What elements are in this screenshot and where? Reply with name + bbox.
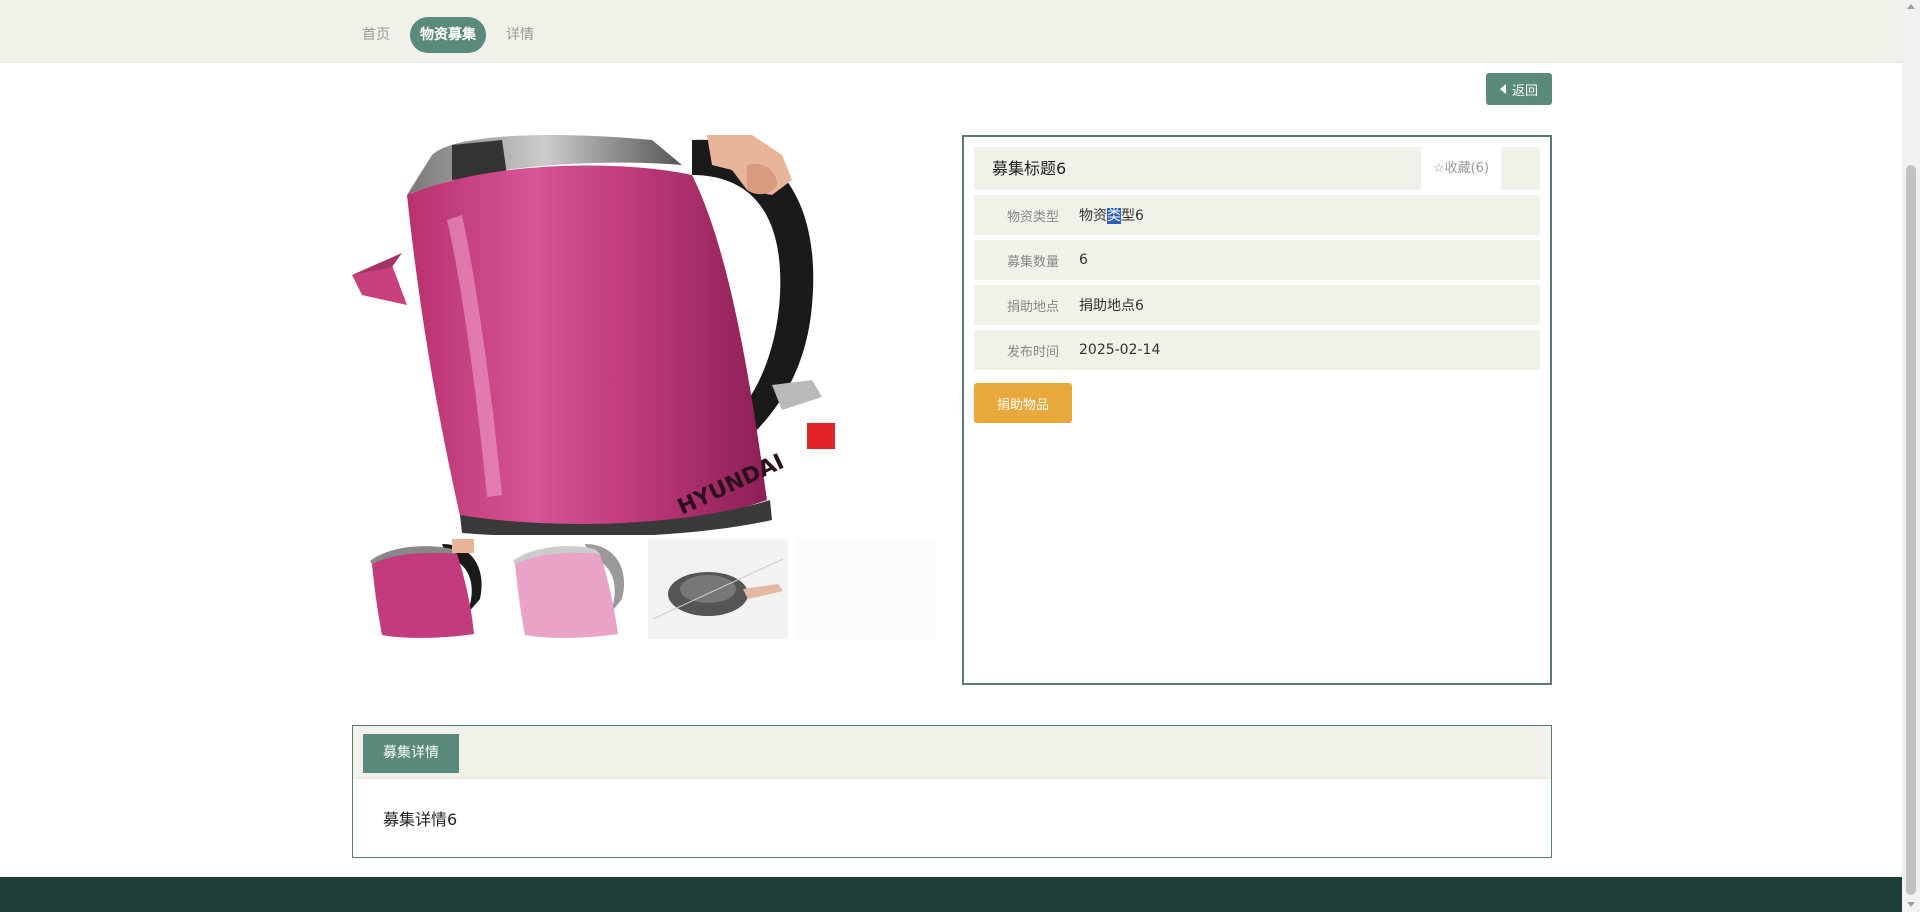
vertical-scrollbar[interactable]: [1902, 0, 1920, 912]
thumbnail-3[interactable]: [648, 539, 788, 639]
detail-content: 募集详情6: [383, 810, 458, 829]
caret-left-icon: [1499, 84, 1506, 94]
field-value: 物资类型6: [1079, 208, 1144, 224]
detail-header: 募集详情: [353, 726, 1551, 779]
info-panel: 募集标题6 ☆收藏(6) 物资类型 物资类型6 募集数量 6 捐助地点 捐助地点…: [962, 135, 1552, 685]
field-value: 6: [1079, 252, 1088, 268]
field-label: 发布时间: [1006, 344, 1059, 360]
top-nav-bar: 首页 物资募集 详情: [0, 0, 1902, 63]
field-supply-type: 物资类型 物资类型6: [974, 195, 1540, 235]
field-value: 捐助地点6: [1079, 298, 1144, 314]
field-quantity: 募集数量 6: [974, 240, 1540, 280]
title-row: 募集标题6 ☆收藏(6): [974, 147, 1540, 190]
thumbnail-2[interactable]: [500, 539, 640, 639]
thumbnail-4[interactable]: [796, 539, 936, 639]
scroll-down-icon[interactable]: [1907, 902, 1915, 907]
star-outline-icon: ☆: [1432, 161, 1445, 176]
favorite-label: 收藏(6): [1444, 161, 1490, 176]
title-row-filler: [1501, 147, 1540, 190]
breadcrumb: 首页 物资募集 详情: [352, 17, 554, 53]
tab-detail[interactable]: 募集详情: [363, 734, 459, 773]
breadcrumb-donation-collection[interactable]: 物资募集: [410, 17, 486, 53]
field-label: 物资类型: [1006, 209, 1059, 225]
back-button-label: 返回: [1511, 83, 1538, 99]
scroll-up-icon[interactable]: [1907, 4, 1915, 9]
favorite-button[interactable]: ☆收藏(6): [1421, 147, 1501, 190]
back-button[interactable]: 返回: [1486, 73, 1552, 105]
donate-items-button[interactable]: 捐助物品: [974, 383, 1072, 423]
scroll-thumb[interactable]: [1906, 165, 1916, 895]
footer: [0, 877, 1902, 912]
main-product-image: HYUNDAI: [352, 135, 924, 535]
field-label: 捐助地点: [1006, 299, 1059, 315]
thumbnail-1[interactable]: [352, 539, 492, 639]
field-publish-date: 发布时间 2025-02-14: [974, 330, 1540, 370]
field-label: 募集数量: [1006, 254, 1059, 270]
thumbnail-strip: [352, 539, 944, 639]
breadcrumb-home[interactable]: 首页: [352, 17, 400, 53]
field-location: 捐助地点 捐助地点6: [974, 285, 1540, 325]
breadcrumb-detail[interactable]: 详情: [496, 17, 544, 53]
detail-section: 募集详情 募集详情6: [352, 725, 1552, 858]
item-title: 募集标题6: [974, 147, 1421, 190]
field-value: 2025-02-14: [1079, 342, 1161, 358]
